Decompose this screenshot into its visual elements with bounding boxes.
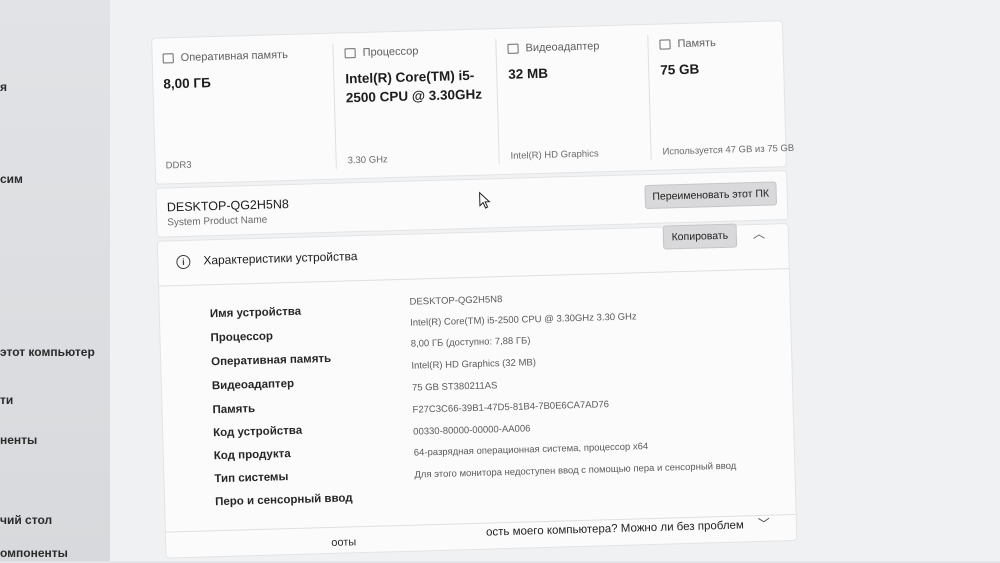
gpu-tile-label: Видеоадаптер: [507, 40, 600, 55]
spec-val-device-name: DESKTOP-QG2H5N8: [409, 294, 503, 308]
gpu-icon: [507, 43, 519, 54]
memory-icon: [162, 53, 174, 64]
storage-icon: [659, 39, 671, 50]
hardware-summary-card: Оперативная память 8,00 ГБ DDR3 Процессо…: [151, 20, 794, 185]
ram-tile-value: 8,00 ГБ: [163, 75, 211, 92]
storage-tile-sub: Используется 47 GB из 75 GB: [662, 142, 795, 158]
related-text-fragment: ооты: [331, 536, 357, 549]
processor-icon: [344, 48, 356, 59]
pc-model: System Product Name: [167, 214, 268, 229]
cpu-tile-label: Процессор: [344, 45, 419, 59]
spec-key-device-name: Имя устройства: [209, 305, 302, 321]
spec-val-product-id: 00330-80000-00000-AA006: [413, 423, 531, 438]
info-icon: i: [176, 254, 191, 270]
cpu-tile-value: Intel(R) Core(TM) i5-2500 CPU @ 3.30GHz: [345, 67, 483, 106]
spec-val-pen-touch: Для этого монитора недоступен ввод с пом…: [414, 460, 737, 481]
storage-tile-label: Память: [659, 37, 716, 51]
storage-tile-value: 75 GB: [660, 61, 700, 78]
spec-key-gpu: Видеоадаптер: [211, 377, 295, 393]
gpu-tile-sub: Intel(R) HD Graphics: [510, 148, 599, 162]
pc-name: DESKTOP-QG2H5N8: [166, 197, 290, 215]
mouse-cursor-icon: [479, 191, 491, 209]
chevron-up-icon[interactable]: ︿: [753, 225, 765, 242]
spec-key-device-id: Код устройства: [213, 424, 303, 440]
tile-divider: [647, 34, 652, 160]
spec-val-device-id: F27C3C66-39B1-47D5-81B4-7B0E6CA7AD76: [412, 399, 610, 416]
spec-key-system-type: Тип системы: [214, 471, 289, 486]
spec-key-ram: Оперативная память: [211, 352, 332, 369]
rename-pc-button[interactable]: Переименовать этот ПК: [644, 181, 778, 210]
spec-key-pen-touch: Перо и сенсорный ввод: [214, 492, 353, 509]
chevron-down-icon[interactable]: ﹀: [758, 515, 770, 532]
gpu-tile-value: 32 MB: [508, 65, 549, 82]
tile-divider: [495, 39, 500, 165]
tile-divider: [332, 43, 337, 169]
cpu-tile-sub: 3.30 GHz: [347, 154, 388, 167]
spec-val-system-type: 64-разрядная операционная система, проце…: [413, 441, 649, 459]
ram-tile-label: Оперативная память: [162, 49, 288, 64]
spec-key-storage: Память: [212, 403, 256, 417]
settings-page: Оперативная память 8,00 ГБ DDR3 Процессо…: [0, 0, 1000, 561]
spec-key-product-id: Код продукта: [213, 448, 291, 463]
spec-val-ram: 8,00 ГБ (доступно: 7,88 ГБ): [410, 335, 531, 350]
spec-val-storage: 75 GB ST380211AS: [411, 380, 498, 394]
specs-title: Характеристики устройства: [203, 249, 358, 268]
spec-val-processor: Intel(R) Core(TM) i5-2500 CPU @ 3.30GHz …: [410, 311, 637, 329]
copy-specs-button[interactable]: Копировать: [662, 223, 738, 250]
ram-tile-sub: DDR3: [165, 159, 192, 172]
spec-val-gpu: Intel(R) HD Graphics (32 MB): [411, 357, 537, 372]
specs-divider: [159, 268, 789, 287]
spec-key-processor: Процессор: [210, 330, 274, 345]
device-specs-card: i Характеристики устройства Копировать ︿…: [156, 223, 798, 559]
